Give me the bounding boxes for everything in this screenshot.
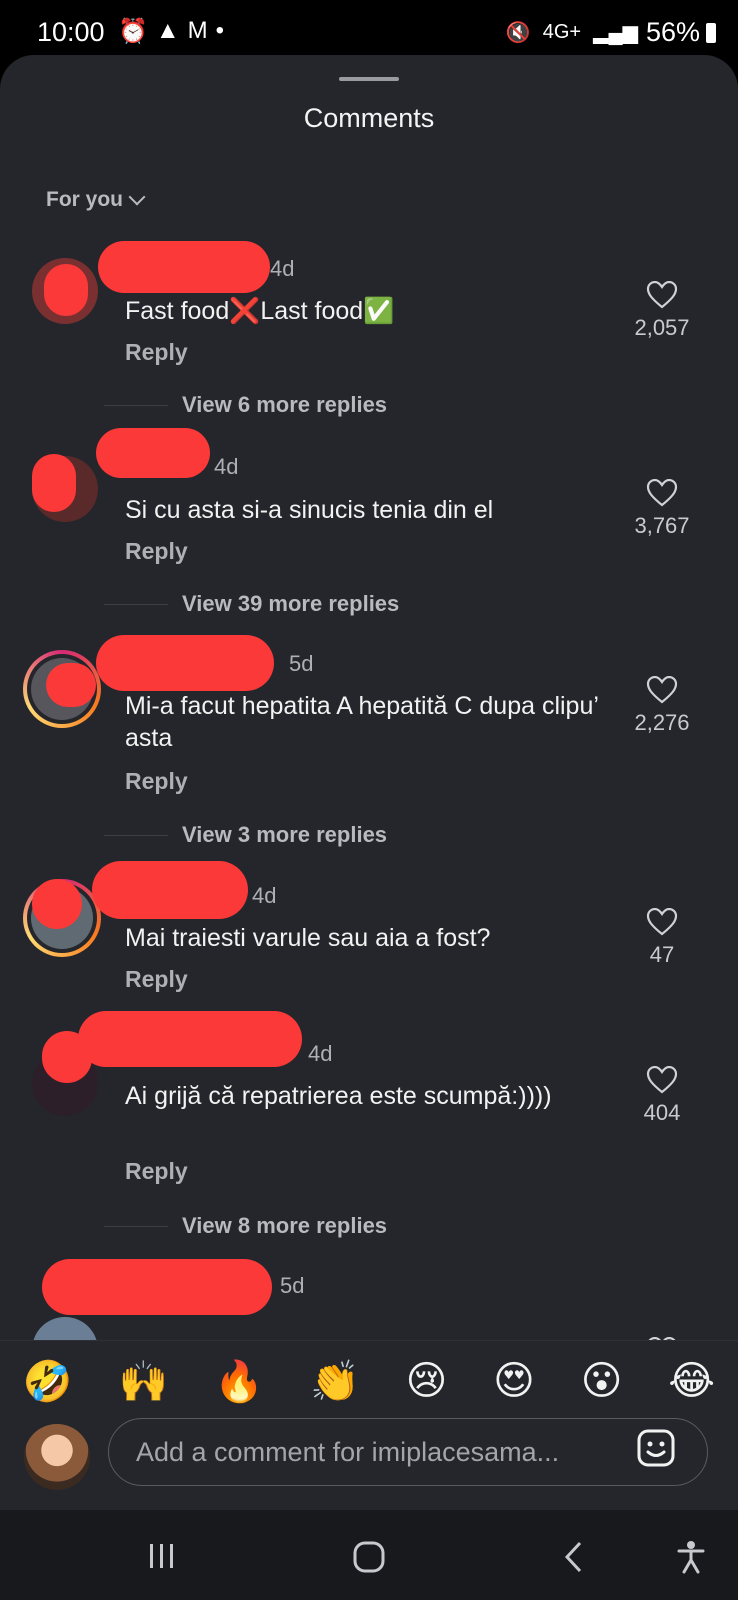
emoji-clap-button[interactable]: 👏 [310, 1358, 360, 1405]
view-replies-button[interactable]: View 3 more replies [104, 822, 387, 848]
like-button[interactable]: 3,767 [622, 479, 702, 539]
divider [104, 1225, 168, 1227]
mute-icon: 🔇 [505, 22, 531, 44]
filter-label: For you [46, 188, 123, 211]
drag-handle[interactable] [339, 77, 399, 81]
signal-icon: ▂▄▆ [593, 22, 638, 44]
view-replies-button[interactable]: View 39 more replies [104, 591, 399, 617]
status-time: 10:00 [37, 17, 105, 47]
divider [104, 404, 168, 406]
battery-percent: 56% [645, 17, 700, 47]
view-replies-label: View 8 more replies [182, 1213, 388, 1238]
redacted-avatar [32, 879, 82, 929]
sheet-title: Comments [303, 103, 435, 133]
emoji-rofl-button[interactable]: 🤣 [23, 1358, 73, 1405]
like-button[interactable]: 47 [622, 908, 702, 968]
comment-time: 5d [280, 1273, 305, 1298]
system-nav-bar [0, 1510, 738, 1600]
comment-time: 4d [308, 1041, 333, 1066]
emoji-heart-eyes-button[interactable]: 😍 [493, 1358, 535, 1404]
redacted-username [42, 1259, 272, 1315]
comment-time: 4d [214, 454, 239, 479]
view-replies-label: View 6 more replies [182, 392, 388, 417]
heart-icon [646, 908, 678, 936]
mail-icon: M [187, 17, 208, 44]
comment-text: Fast food❌Last food✅ [125, 297, 395, 325]
view-replies-label: View 39 more replies [182, 591, 400, 616]
divider [104, 603, 168, 605]
status-bar: 10:00 ⏰ ▲ M • 🔇 4G+ ▂▄▆ 56% [0, 0, 738, 60]
heart-icon [646, 676, 678, 704]
redacted-username [96, 635, 274, 691]
dot-icon: • [215, 17, 225, 44]
view-replies-label: View 3 more replies [182, 822, 388, 847]
emoji-joy-button[interactable]: 😂 [668, 1358, 715, 1404]
like-count: 2,057 [634, 315, 690, 340]
divider [104, 834, 168, 836]
emoji-raised-hands-button[interactable]: 🙌 [119, 1358, 169, 1405]
sticker-icon[interactable] [636, 1428, 676, 1468]
like-count: 3,767 [634, 513, 690, 538]
comment-text: Si cu asta si-a sinucis tenia din el [125, 496, 494, 524]
reply-button[interactable]: Reply [125, 966, 188, 993]
reply-button[interactable]: Reply [125, 339, 188, 366]
like-count: 47 [649, 942, 675, 967]
redacted-username [78, 1011, 302, 1067]
redacted-username [98, 241, 270, 293]
comment-text: Ai grijă că repatrierea este scumpă:)))) [125, 1082, 552, 1110]
network-type: 4G+ [542, 21, 582, 43]
heart-icon [646, 1066, 678, 1094]
accessibility-icon[interactable] [676, 1540, 706, 1574]
emoji-cry-button[interactable]: 😢 [406, 1358, 448, 1404]
like-count: 2,276 [634, 710, 690, 735]
warning-icon: ▲ [155, 17, 180, 44]
redacted-username [96, 428, 210, 478]
emoji-surprised-button[interactable]: 😮 [581, 1358, 623, 1404]
redacted-avatar [46, 663, 96, 707]
battery-icon [706, 22, 716, 43]
comments-sheet: Comments For you 4d Fast food❌Last food✅… [0, 55, 738, 1510]
redacted-avatar [42, 1031, 92, 1083]
heart-icon [646, 281, 678, 309]
like-button[interactable]: 2,057 [622, 281, 702, 341]
chevron-down-icon [128, 188, 146, 206]
view-replies-button[interactable]: View 8 more replies [104, 1213, 387, 1239]
comment-composer: Add a comment for imiplacesama... [0, 1410, 738, 1510]
notification-icons: ⏰ ▲ M • [118, 17, 224, 46]
home-icon[interactable] [352, 1540, 386, 1574]
comment-time: 4d [252, 883, 277, 908]
comment-input[interactable]: Add a comment for imiplacesama... [108, 1418, 708, 1486]
reply-button[interactable]: Reply [125, 1158, 188, 1185]
user-avatar [24, 1424, 90, 1490]
comment-text: Mi-a facut hepatita A hepatită C dupa cl… [125, 692, 598, 752]
filter-dropdown[interactable]: For you [46, 188, 146, 212]
reply-button[interactable]: Reply [125, 538, 188, 565]
comment-time: 5d [289, 651, 314, 676]
emoji-fire-button[interactable]: 🔥 [214, 1358, 264, 1405]
alarm-icon: ⏰ [118, 18, 148, 45]
system-icons: 🔇 4G+ ▂▄▆ [506, 20, 638, 45]
back-icon[interactable] [562, 1540, 586, 1574]
emoji-quick-bar: 🤣 🙌 🔥 👏 😢 😍 😮 😂 [0, 1340, 738, 1421]
like-button[interactable]: 404 [622, 1066, 702, 1126]
heart-icon [646, 479, 678, 507]
like-button[interactable]: 2,276 [622, 676, 702, 736]
comment-time: 4d [270, 256, 295, 281]
reply-button[interactable]: Reply [125, 768, 188, 795]
redacted-avatar [32, 454, 76, 512]
redacted-avatar [44, 264, 88, 316]
redacted-username [92, 861, 248, 919]
recent-apps-icon[interactable] [146, 1540, 178, 1570]
view-replies-button[interactable]: View 6 more replies [104, 392, 387, 418]
comment-text: Mai traiesti varule sau aia a fost? [125, 924, 491, 952]
battery: 56% [646, 17, 716, 48]
like-count: 404 [643, 1100, 681, 1125]
